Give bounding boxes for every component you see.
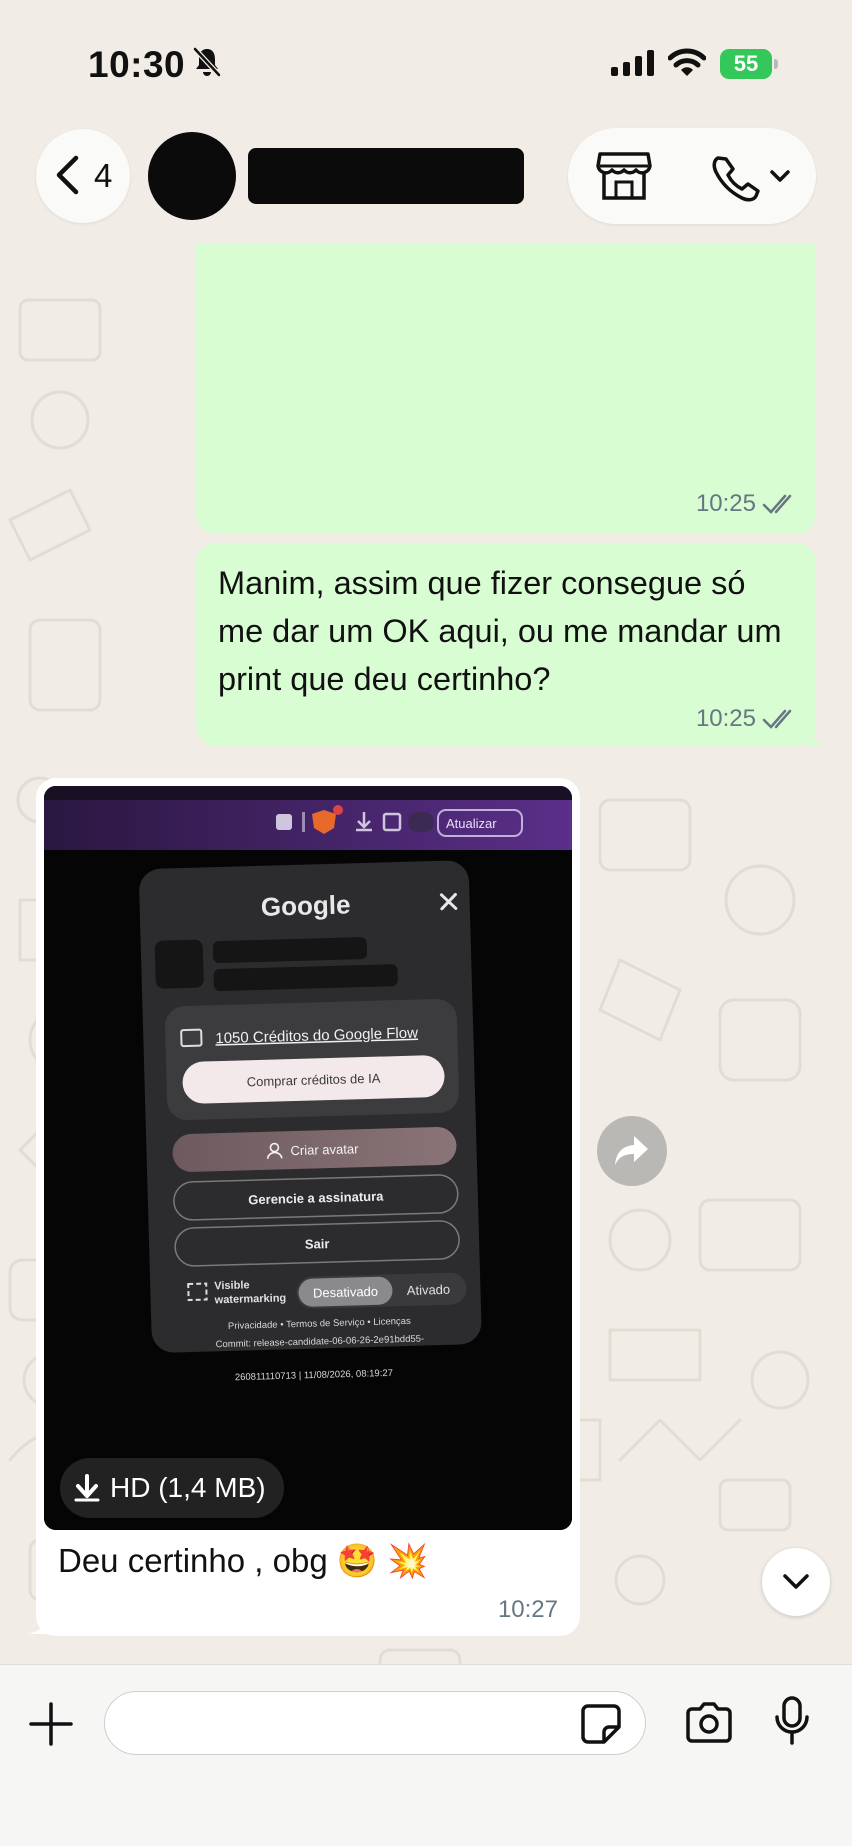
- plus-icon[interactable]: [28, 1701, 74, 1747]
- phone-icon: [712, 156, 790, 202]
- forward-button[interactable]: [597, 1116, 667, 1186]
- bubble-tail-outgoing: [806, 726, 828, 746]
- watermark-label-line2: watermarking: [214, 1292, 287, 1306]
- sign-out-label: Sair: [305, 1236, 330, 1252]
- message-bubble-incoming[interactable]: Atualizar Google 1050 Créditos do Google…: [36, 778, 580, 1636]
- message-time: 10:25: [695, 490, 756, 517]
- message-bubble-outgoing[interactable]: Manim, assim que fizer consegue só me da…: [196, 543, 816, 746]
- store-icon[interactable]: [596, 150, 652, 202]
- create-avatar-label: Criar avatar: [290, 1141, 359, 1158]
- message-meta: 10:25: [696, 705, 796, 733]
- chevron-left-icon: [56, 155, 79, 195]
- header-actions: [568, 128, 816, 224]
- battery-charging-icon: 55: [720, 49, 778, 79]
- message-time: 10:25: [695, 705, 756, 732]
- back-button[interactable]: 4: [36, 129, 130, 223]
- sticker-icon[interactable]: [580, 1703, 622, 1745]
- chevron-down-icon: [783, 1574, 809, 1589]
- camera-icon[interactable]: [684, 1701, 734, 1743]
- google-brand: Google: [261, 889, 351, 921]
- chevron-down-icon: [770, 170, 790, 182]
- hd-download-button[interactable]: HD (1,4 MB): [60, 1458, 284, 1518]
- read-checkmarks-icon: [762, 494, 792, 514]
- toggle-off-label: Desativado: [313, 1284, 378, 1301]
- forward-arrow-icon: [615, 1136, 648, 1165]
- composer-bar: [0, 1664, 852, 1846]
- call-button[interactable]: [708, 152, 792, 202]
- redacted-name: [212, 937, 368, 964]
- message-input[interactable]: [104, 1691, 646, 1755]
- message-bubble-outgoing[interactable]: 10:25: [196, 244, 816, 534]
- message-meta: 10:25: [696, 490, 796, 518]
- download-icon: [74, 1474, 100, 1502]
- watermark-label-line1: Visible: [214, 1279, 250, 1292]
- message-meta: 10:27: [498, 1596, 558, 1624]
- unread-count: 4: [94, 157, 113, 194]
- microphone-icon[interactable]: [774, 1695, 810, 1747]
- scroll-to-bottom-button[interactable]: [762, 1548, 830, 1616]
- status-bar: 10:30 55: [0, 0, 852, 120]
- battery-level: 55: [733, 51, 759, 76]
- hd-download-label: HD (1,4 MB): [110, 1472, 266, 1503]
- bell-slash-icon: [193, 47, 221, 77]
- redacted-avatar: [154, 939, 204, 989]
- message-text: Manim, assim que fizer consegue só me da…: [218, 565, 782, 697]
- status-time: 10:30: [88, 44, 186, 85]
- read-checkmarks-icon: [762, 709, 792, 729]
- wifi-icon: [668, 48, 706, 76]
- image-attachment[interactable]: Atualizar Google 1050 Créditos do Google…: [44, 786, 572, 1530]
- image-caption: Deu certinho , obg 🤩 💥: [58, 1542, 429, 1579]
- toolbar-refresh-label: Atualizar: [446, 816, 497, 831]
- cellular-signal-icon: [611, 50, 654, 76]
- bubble-tail-incoming: [28, 1614, 52, 1634]
- toggle-on-label: Ativado: [407, 1282, 451, 1298]
- message-time: 10:27: [497, 1596, 558, 1623]
- contact-name[interactable]: [248, 148, 524, 204]
- contact-avatar[interactable]: [148, 132, 236, 220]
- battery-cap: [774, 59, 778, 69]
- screenshot-photo: Atualizar Google 1050 Créditos do Google…: [44, 786, 572, 1530]
